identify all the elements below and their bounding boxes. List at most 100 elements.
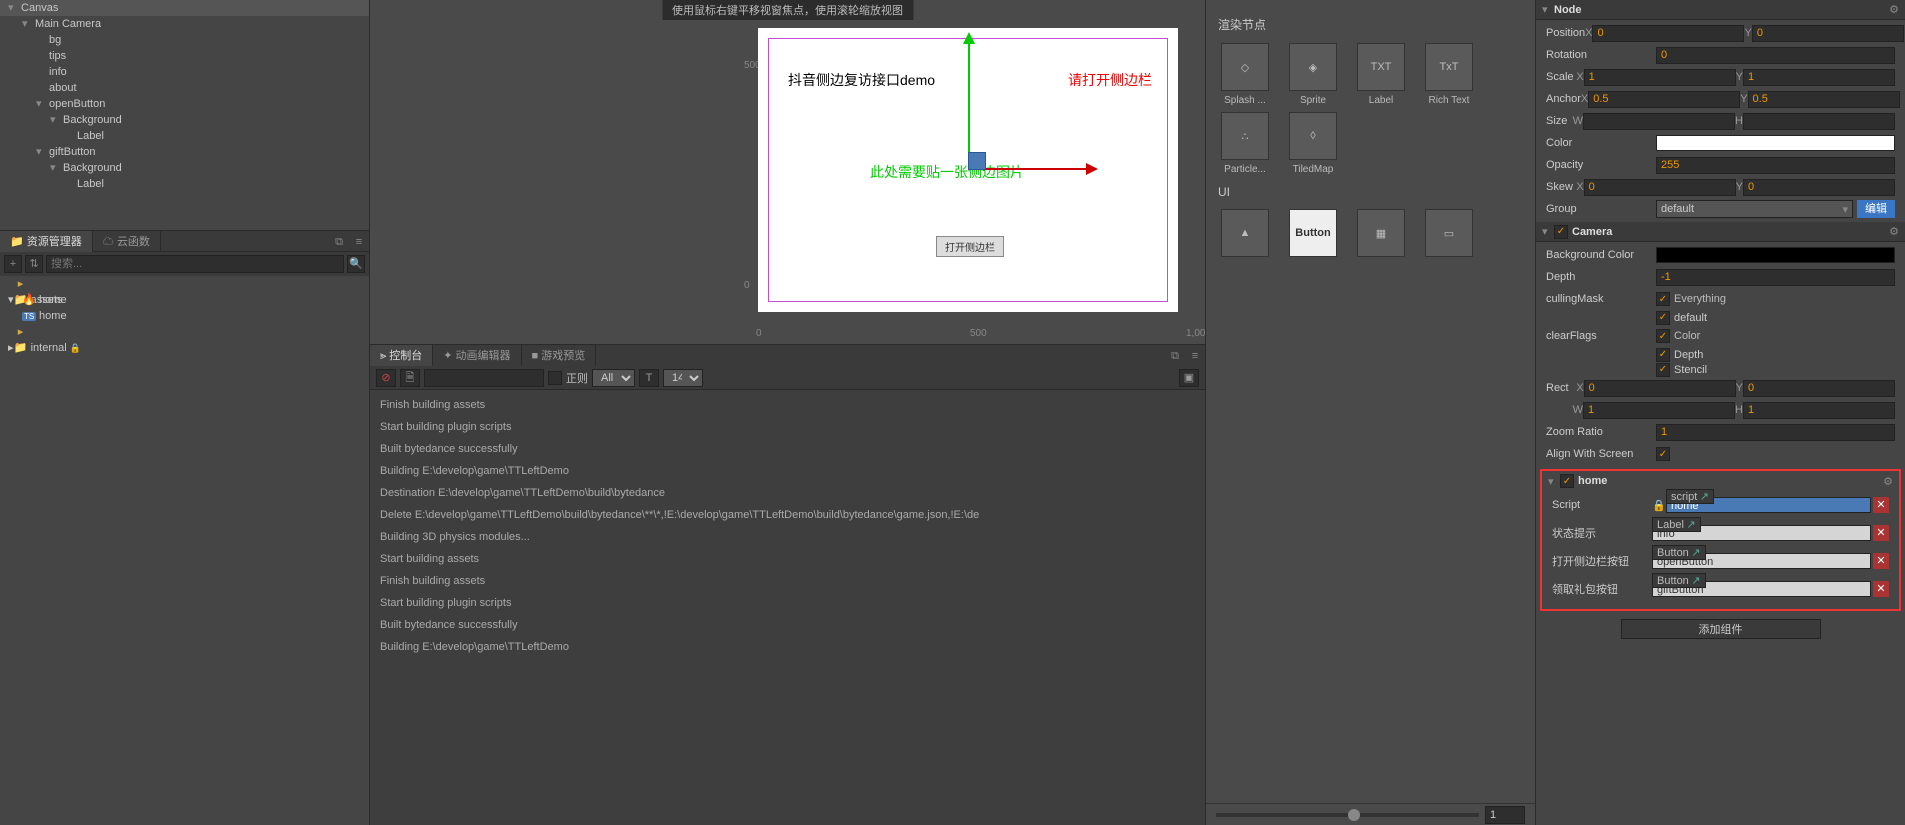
depth-input[interactable] bbox=[1656, 269, 1895, 286]
scene-view[interactable]: 使用鼠标右键平移视窗焦点，使用滚轮缩放视图 500005001,000 抖音侧边… bbox=[370, 0, 1205, 344]
script-remove-button[interactable]: ✕ bbox=[1873, 497, 1889, 513]
clearflags-depth-checkbox[interactable] bbox=[1656, 348, 1670, 362]
anchor-y-input[interactable] bbox=[1748, 91, 1900, 108]
tab-assets[interactable]: 📁 资源管理器 bbox=[0, 231, 93, 253]
nodelib-item[interactable]: Button bbox=[1282, 209, 1344, 261]
nodelib-item[interactable]: ◈Sprite bbox=[1282, 43, 1344, 106]
popout-icon[interactable]: ⧉ bbox=[1165, 345, 1185, 366]
home-header[interactable]: ▾home⚙ bbox=[1542, 471, 1899, 491]
tab-cloud[interactable]: ☁ 云函数 bbox=[93, 231, 161, 253]
zoomratio-input[interactable] bbox=[1656, 424, 1895, 441]
assets-tree: ▾▸📁 assets🔥 homeTS home▸▸📁 internal 🔒 bbox=[0, 276, 369, 825]
rotation-input[interactable] bbox=[1656, 47, 1895, 64]
clearflags-color-checkbox[interactable] bbox=[1656, 329, 1670, 343]
clearflags-stencil-checkbox[interactable] bbox=[1656, 363, 1670, 377]
gizmo-origin[interactable] bbox=[968, 152, 986, 170]
nodelib-item[interactable]: ∴Particle... bbox=[1214, 112, 1276, 175]
rect-h-input[interactable] bbox=[1743, 402, 1895, 419]
asset-item[interactable]: ▸▸📁 internal 🔒 bbox=[0, 324, 369, 340]
regex-checkbox[interactable]: 正则 bbox=[548, 370, 588, 386]
scale-y-input[interactable] bbox=[1743, 69, 1895, 86]
bgcolor-swatch[interactable] bbox=[1656, 247, 1895, 263]
skew-x-input[interactable] bbox=[1584, 179, 1736, 196]
gear-icon[interactable]: ⚙ bbox=[1889, 225, 1899, 238]
nodelib-item[interactable]: ◇Splash ... bbox=[1214, 43, 1276, 106]
collapse-button[interactable]: ▣ bbox=[1179, 369, 1199, 387]
canvas-preview[interactable]: 抖音侧边复访接口demo 请打开侧边栏 此处需要贴一张侧边图片 打开侧边栏 bbox=[758, 28, 1178, 312]
hierarchy-item[interactable]: info bbox=[0, 64, 369, 80]
search-button[interactable]: 🔍 bbox=[347, 255, 365, 273]
fontsize-select[interactable]: 14 bbox=[663, 369, 703, 387]
nodelib-item[interactable]: TXTLabel bbox=[1350, 43, 1412, 106]
camera-header[interactable]: ▾Camera⚙ bbox=[1536, 222, 1905, 242]
zoom-slider[interactable] bbox=[1216, 813, 1479, 817]
filter-input[interactable] bbox=[424, 369, 544, 387]
group-edit-button[interactable]: 编辑 bbox=[1857, 200, 1895, 218]
size-h-input[interactable] bbox=[1743, 113, 1895, 130]
tab-animation[interactable]: ✦ 动画编辑器 bbox=[433, 345, 521, 367]
home-enable-checkbox[interactable] bbox=[1560, 474, 1574, 488]
opacity-input[interactable] bbox=[1656, 157, 1895, 174]
zoom-value[interactable] bbox=[1485, 806, 1525, 824]
hierarchy-item[interactable]: tips bbox=[0, 48, 369, 64]
popout-icon[interactable]: ⧉ bbox=[329, 231, 349, 251]
skew-y-input[interactable] bbox=[1743, 179, 1895, 196]
hierarchy-item[interactable]: about bbox=[0, 80, 369, 96]
asset-item[interactable]: TS home bbox=[0, 308, 369, 324]
console-output[interactable]: Finish building assetsStart building plu… bbox=[370, 390, 1205, 825]
scale-x-input[interactable] bbox=[1584, 69, 1736, 86]
openbtn-remove-button[interactable]: ✕ bbox=[1873, 553, 1889, 569]
giftbtn-remove-button[interactable]: ✕ bbox=[1873, 581, 1889, 597]
position-y-input[interactable] bbox=[1752, 25, 1904, 42]
tab-console[interactable]: ⪢ 控制台 bbox=[370, 345, 433, 367]
asset-item[interactable]: 🔥 home bbox=[0, 292, 369, 308]
hierarchy-item[interactable]: ▾ openButton bbox=[0, 96, 369, 112]
hierarchy-item[interactable]: ▾ Canvas bbox=[0, 0, 369, 16]
nodelib-item[interactable]: ▦ bbox=[1350, 209, 1412, 261]
hierarchy-item[interactable]: ▾ Main Camera bbox=[0, 16, 369, 32]
nodelib-item[interactable]: ▲ bbox=[1214, 209, 1276, 261]
search-input[interactable] bbox=[46, 255, 344, 273]
menu-icon[interactable]: ≡ bbox=[349, 231, 369, 251]
hierarchy-item[interactable]: ▾ Background bbox=[0, 160, 369, 176]
tab-preview[interactable]: ■ 游戏预览 bbox=[522, 345, 597, 367]
nodelib-item[interactable]: ◊TiledMap bbox=[1282, 112, 1344, 175]
rect-x-input[interactable] bbox=[1584, 380, 1736, 397]
open-sidebar-button[interactable]: 打开侧边栏 bbox=[936, 236, 1004, 257]
hierarchy-item[interactable]: ▾ giftButton bbox=[0, 144, 369, 160]
position-x-input[interactable] bbox=[1592, 25, 1744, 42]
camera-enable-checkbox[interactable] bbox=[1554, 225, 1568, 239]
add-asset-button[interactable]: + bbox=[4, 255, 22, 273]
color-swatch[interactable] bbox=[1656, 135, 1895, 151]
rect-w-input[interactable] bbox=[1583, 402, 1735, 419]
node-header[interactable]: ▾Node⚙ bbox=[1536, 0, 1905, 20]
hierarchy-item[interactable]: ▾ Background bbox=[0, 112, 369, 128]
gear-icon[interactable]: ⚙ bbox=[1889, 3, 1899, 16]
open-log-button[interactable]: 🗎 bbox=[400, 369, 420, 387]
size-w-input[interactable] bbox=[1583, 113, 1735, 130]
gear-icon[interactable]: ⚙ bbox=[1883, 475, 1893, 488]
status-remove-button[interactable]: ✕ bbox=[1873, 525, 1889, 541]
log-line: Destination E:\develop\game\TTLeftDemo\b… bbox=[380, 482, 1195, 504]
hierarchy-item[interactable]: bg bbox=[0, 32, 369, 48]
hierarchy-item[interactable]: Label bbox=[0, 176, 369, 192]
menu-icon[interactable]: ≡ bbox=[1185, 345, 1205, 366]
add-component-button[interactable]: 添加组件 bbox=[1621, 619, 1821, 639]
gizmo-x-axis[interactable] bbox=[974, 168, 1094, 170]
nodelib-item[interactable]: TxTRich Text bbox=[1418, 43, 1480, 106]
sort-button[interactable]: ⇅ bbox=[25, 255, 43, 273]
gizmo-y-axis[interactable] bbox=[968, 36, 970, 156]
group-select[interactable]: default bbox=[1656, 200, 1853, 218]
nodelib-item[interactable]: ▭ bbox=[1418, 209, 1480, 261]
anchor-x-input[interactable] bbox=[1588, 91, 1740, 108]
cullingmask-default-checkbox[interactable] bbox=[1656, 311, 1670, 325]
alignscreen-checkbox[interactable] bbox=[1656, 447, 1670, 461]
clear-button[interactable]: ⊘ bbox=[376, 369, 396, 387]
rect-y-input[interactable] bbox=[1743, 380, 1895, 397]
ruler-tick: 1,000 bbox=[1186, 328, 1205, 339]
asset-item[interactable]: ▾▸📁 assets bbox=[0, 276, 369, 292]
anchor-label: Anchor bbox=[1546, 93, 1581, 105]
cullingmask-everything-checkbox[interactable] bbox=[1656, 292, 1670, 306]
hierarchy-item[interactable]: Label bbox=[0, 128, 369, 144]
log-level-select[interactable]: All bbox=[592, 369, 635, 387]
